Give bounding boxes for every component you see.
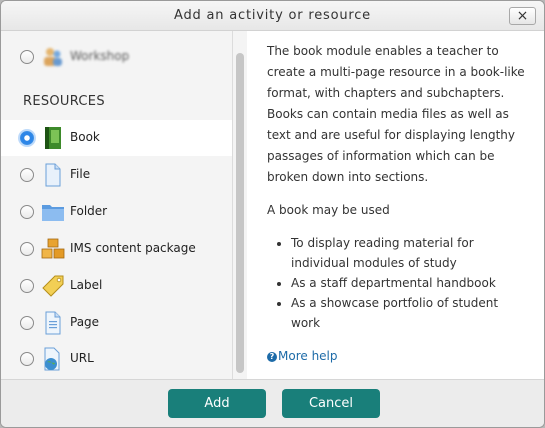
usage-item: As a staff departmental handbook	[291, 273, 528, 293]
book-icon	[45, 127, 61, 149]
option-label-ims: IMS content package	[70, 241, 196, 255]
radio-file[interactable]	[20, 168, 34, 182]
option-page[interactable]: Page	[1, 305, 232, 341]
usage-item: As a showcase portfolio of student work	[291, 293, 528, 333]
option-label-folder: Folder	[70, 204, 108, 218]
cancel-button[interactable]: Cancel	[282, 389, 380, 418]
close-button[interactable]: ×	[509, 7, 536, 25]
help-icon: ?	[267, 351, 277, 362]
radio-workshop[interactable]	[20, 50, 34, 64]
url-icon	[44, 347, 60, 371]
workshop-icon	[44, 48, 62, 66]
usage-list: To display reading material for individu…	[267, 233, 528, 333]
usage-item: To display reading material for individu…	[291, 233, 528, 273]
description-usage-intro: A book may be used	[267, 203, 390, 217]
radio-label[interactable]	[20, 279, 34, 293]
add-activity-dialog: Add an activity or resource × Workshop R…	[0, 0, 545, 428]
option-url[interactable]: URL	[1, 341, 232, 377]
radio-folder[interactable]	[20, 205, 34, 219]
radio-book[interactable]	[20, 131, 34, 145]
package-icon	[41, 238, 65, 259]
option-label-book: Book	[70, 130, 100, 144]
option-folder[interactable]: Folder	[1, 194, 232, 230]
folder-icon	[42, 205, 64, 221]
option-label[interactable]: Label	[1, 268, 232, 304]
scrollbar-thumb[interactable]	[236, 53, 244, 373]
option-label-url: URL	[70, 351, 94, 365]
option-label-file: File	[70, 167, 91, 181]
option-label-label: Label	[70, 278, 103, 292]
radio-ims[interactable]	[20, 242, 34, 256]
dialog-title: Add an activity or resource	[174, 8, 371, 23]
radio-url[interactable]	[20, 352, 34, 366]
label-icon	[42, 275, 64, 297]
close-icon: ×	[516, 8, 529, 24]
file-icon	[45, 163, 61, 187]
more-help-label: More help	[278, 349, 338, 363]
option-book[interactable]: Book	[1, 120, 232, 156]
resources-heading: RESOURCES	[23, 94, 105, 109]
option-label-workshop: Workshop	[70, 49, 130, 63]
add-button[interactable]: Add	[168, 389, 266, 418]
options-list[interactable]: Workshop RESOURCES Book File Folder IMS …	[1, 31, 233, 379]
option-workshop[interactable]: Workshop	[1, 39, 232, 75]
option-ims-content-package[interactable]: IMS content package	[1, 231, 232, 267]
description-panel: The book module enables a teacher to cre…	[247, 31, 544, 379]
dialog-titlebar: Add an activity or resource ×	[1, 1, 544, 31]
radio-page[interactable]	[20, 316, 34, 330]
options-scrollbar[interactable]	[233, 31, 247, 379]
option-file[interactable]: File	[1, 157, 232, 193]
description-paragraph: The book module enables a teacher to cre…	[267, 44, 525, 184]
option-label-page: Page	[70, 315, 100, 329]
dialog-footer: Add Cancel	[1, 379, 544, 427]
dialog-body: Workshop RESOURCES Book File Folder IMS …	[1, 31, 544, 379]
more-help-link[interactable]: ? More help	[267, 346, 338, 367]
page-icon	[45, 311, 61, 335]
